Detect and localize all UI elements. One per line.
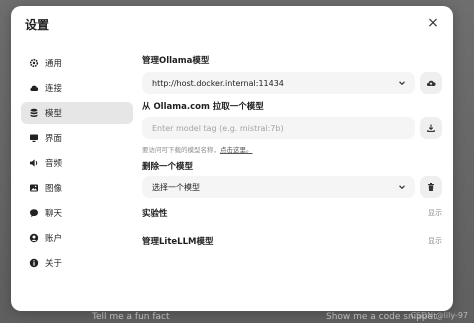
sidebar-item-label: 界面 xyxy=(45,134,63,144)
delete-model-row: 选择一个模型 xyxy=(142,176,442,198)
background-prompt-suggestion: Tell me a fun fact xyxy=(92,312,170,322)
experimental-label: 实验性 xyxy=(142,209,168,219)
sidebar-item-images[interactable]: 图像 xyxy=(21,177,133,199)
models-settings-panel: 管理Ollama模型 http://host.docker.internal:1… xyxy=(142,54,442,247)
sidebar-item-about[interactable]: 关于 xyxy=(21,252,133,274)
delete-model-select[interactable]: 选择一个模型 xyxy=(142,176,415,198)
sidebar-item-label: 图像 xyxy=(45,184,63,194)
sidebar-item-label: 聊天 xyxy=(45,209,63,219)
gear-icon xyxy=(29,58,39,68)
sidebar-item-general[interactable]: 通用 xyxy=(21,52,133,74)
pull-section-label: 从 Ollama.com 拉取一个模型 xyxy=(142,102,264,112)
chevron-down-icon xyxy=(399,81,405,86)
delete-model-button[interactable] xyxy=(420,176,442,198)
ollama-section-label: 管理Ollama模型 xyxy=(142,56,210,66)
database-icon xyxy=(29,108,39,118)
sidebar-item-label: 音频 xyxy=(45,159,63,169)
sidebar-item-chats[interactable]: 聊天 xyxy=(21,202,133,224)
ollama-url-row: http://host.docker.internal:11434 xyxy=(142,72,442,94)
sidebar-item-label: 账户 xyxy=(45,234,63,244)
sidebar-item-label: 连接 xyxy=(45,84,63,94)
download-icon xyxy=(427,124,435,132)
delete-section-label: 删除一个模型 xyxy=(142,162,194,172)
chevron-down-icon xyxy=(399,185,405,190)
close-icon[interactable]: × xyxy=(425,15,441,31)
pull-hint-text: 要访问可下载的模型名称， xyxy=(142,146,220,154)
sidebar-item-label: 模型 xyxy=(45,109,63,119)
settings-sidebar: 通用 连接 模型 界面 音频 图像 聊天 账户 关于 xyxy=(21,52,133,277)
model-library-link[interactable]: 点击这里。 xyxy=(220,146,253,154)
sidebar-item-label: 关于 xyxy=(45,259,63,269)
model-tag-placeholder: Enter model tag (e.g. mistral:7b) xyxy=(152,123,284,133)
trash-icon xyxy=(428,183,434,191)
model-tag-input[interactable]: Enter model tag (e.g. mistral:7b) xyxy=(142,117,415,139)
download-model-button[interactable] xyxy=(420,117,442,139)
sidebar-item-connections[interactable]: 连接 xyxy=(21,77,133,99)
info-icon xyxy=(29,258,39,268)
litellm-label: 管理LiteLLM模型 xyxy=(142,237,214,247)
modal-title: 设置 xyxy=(25,18,50,32)
cloud-upload-icon xyxy=(426,80,436,86)
watermark: CSDN @lily-97 xyxy=(410,311,468,320)
sidebar-item-account[interactable]: 账户 xyxy=(21,227,133,249)
ollama-url-value: http://host.docker.internal:11434 xyxy=(152,78,284,88)
cloud-icon xyxy=(29,83,39,93)
ollama-manage-button[interactable] xyxy=(420,72,442,94)
sidebar-item-interface[interactable]: 界面 xyxy=(21,127,133,149)
experimental-row: 实验性 显示 xyxy=(142,207,442,219)
monitor-icon xyxy=(29,133,39,143)
litellm-show-button[interactable]: 显示 xyxy=(428,236,442,246)
settings-modal: 设置 × 通用 连接 模型 界面 音频 图像 聊天 账户 关于 管理Ollama… xyxy=(11,6,453,311)
pull-hint: 要访问可下载的模型名称，点击这里。 xyxy=(142,144,442,154)
experimental-show-button[interactable]: 显示 xyxy=(428,208,442,218)
sidebar-item-label: 通用 xyxy=(45,59,63,69)
speaker-icon xyxy=(29,158,39,168)
ollama-url-select[interactable]: http://host.docker.internal:11434 xyxy=(142,72,415,94)
sidebar-item-models[interactable]: 模型 xyxy=(21,102,133,124)
sidebar-item-audio[interactable]: 音频 xyxy=(21,152,133,174)
chat-icon xyxy=(29,208,39,218)
image-icon xyxy=(29,183,39,193)
delete-select-value: 选择一个模型 xyxy=(152,182,200,192)
pull-model-row: Enter model tag (e.g. mistral:7b) xyxy=(142,117,442,139)
user-icon xyxy=(29,233,39,243)
litellm-row: 管理LiteLLM模型 显示 xyxy=(142,235,442,247)
